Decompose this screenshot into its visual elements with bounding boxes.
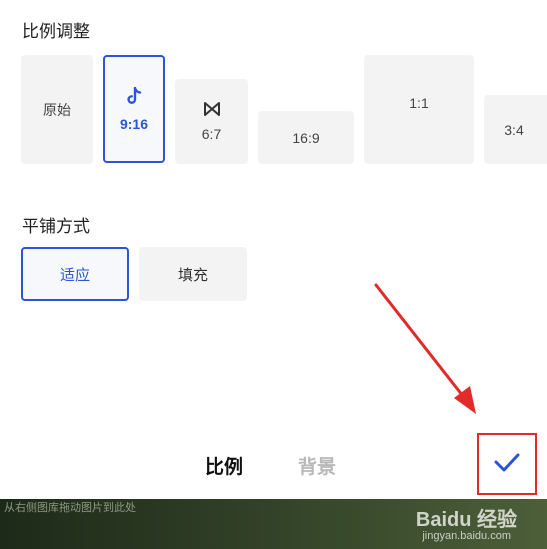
tab-ratio[interactable]: 比例 — [205, 452, 243, 479]
strip-caption: 从右侧图库拖动图片到此处 — [4, 502, 136, 514]
watermark-url: jingyan.baidu.com — [422, 530, 511, 542]
watermark-logo: Baidu 经验 — [415, 509, 517, 531]
confirm-button[interactable] — [477, 433, 537, 495]
annotation-arrow — [374, 283, 476, 414]
tab-background[interactable]: 背景 — [298, 452, 336, 479]
check-icon — [494, 452, 520, 477]
